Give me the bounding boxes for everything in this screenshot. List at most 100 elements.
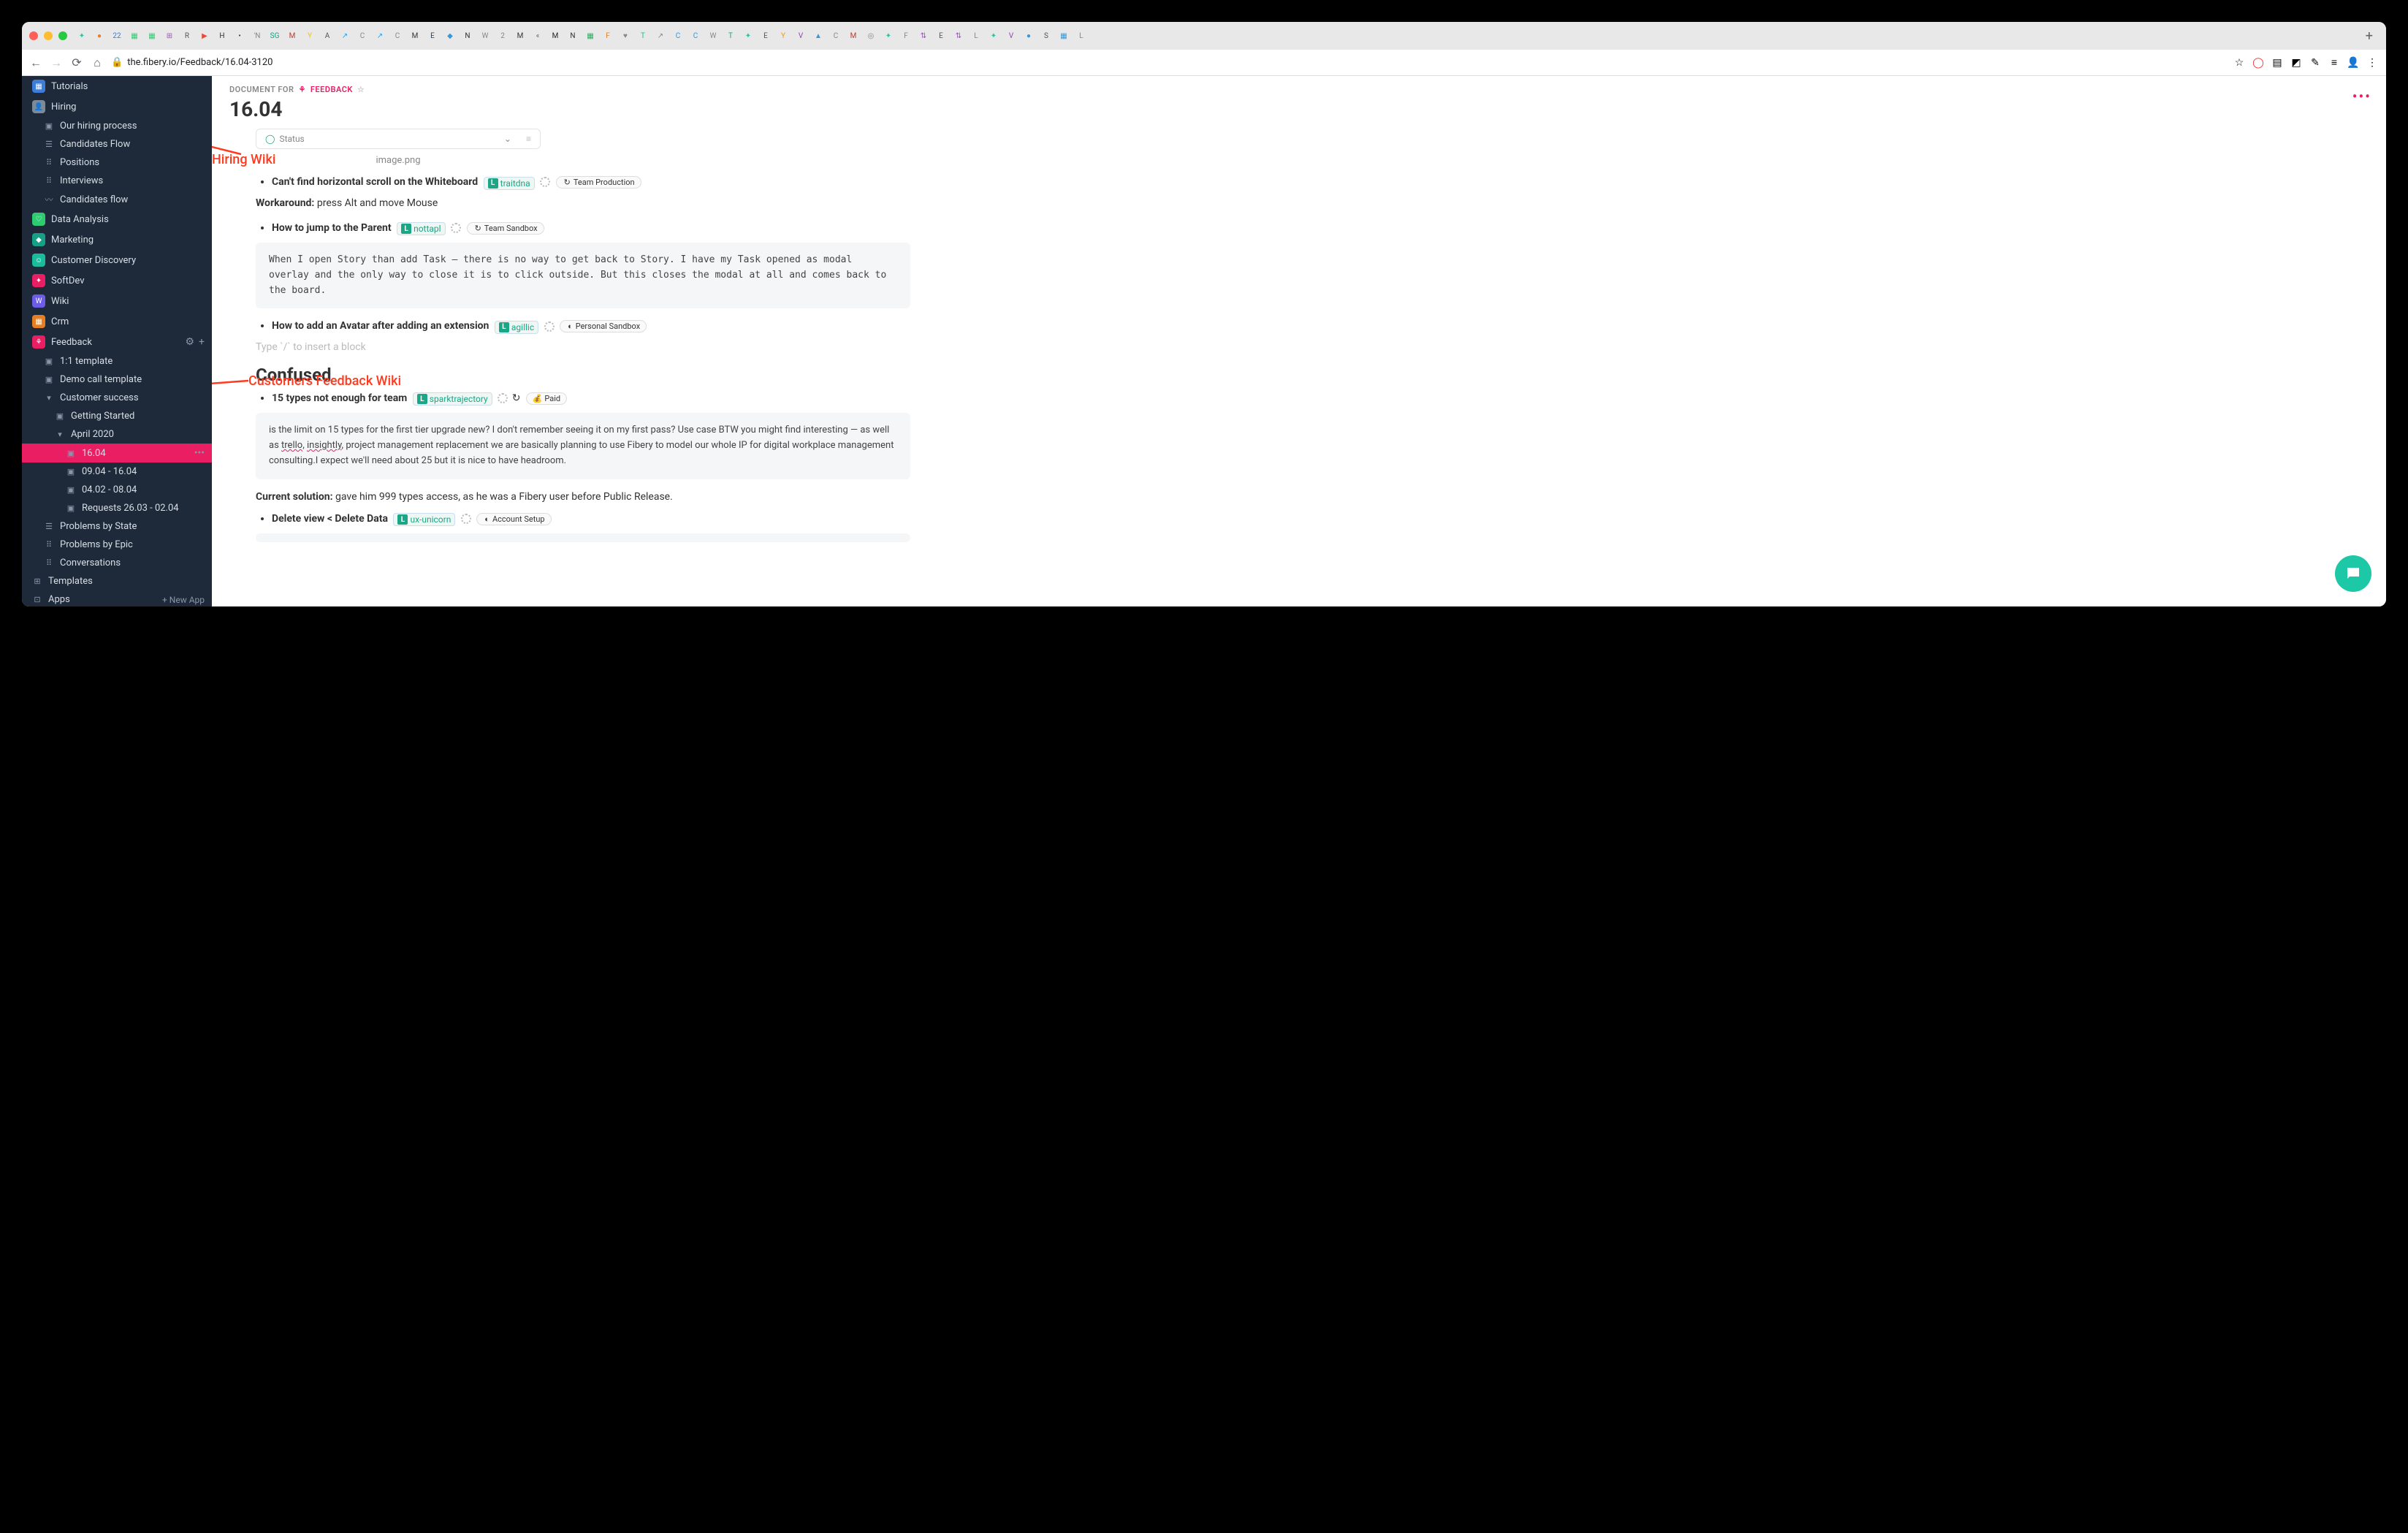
browser-tab[interactable]: W <box>478 28 492 43</box>
browser-tab[interactable]: ✦ <box>881 28 896 43</box>
browser-tab[interactable]: E <box>758 28 773 43</box>
browser-tab[interactable]: L <box>969 28 983 43</box>
browser-tab[interactable]: ● <box>92 28 107 43</box>
new-tab-button[interactable]: + <box>2360 28 2379 44</box>
ext-icon-3[interactable]: ◩ <box>2290 56 2303 69</box>
browser-tab[interactable]: T <box>636 28 650 43</box>
sidebar-item[interactable]: ⊡Apps+ New App <box>22 590 212 606</box>
browser-tab[interactable]: S <box>1039 28 1054 43</box>
sidebar-item[interactable]: ⠿Interviews <box>22 172 212 190</box>
browser-tab[interactable]: ⊞ <box>162 28 177 43</box>
browser-tab[interactable]: ✦ <box>741 28 755 43</box>
entity-tag[interactable]: Lsparktrajectory <box>413 392 492 406</box>
browser-tab[interactable]: C <box>355 28 370 43</box>
sidebar-item[interactable]: ☺Customer Discovery <box>22 250 212 270</box>
browser-tab[interactable]: Y <box>302 28 317 43</box>
browser-tab[interactable]: H <box>215 28 229 43</box>
sidebar-item[interactable]: ⠿Positions <box>22 153 212 172</box>
status-field[interactable]: ◯ Status ⌄ ≡ <box>256 129 541 149</box>
sidebar-item[interactable]: 👤Hiring <box>22 96 212 117</box>
browser-tab[interactable]: M <box>548 28 563 43</box>
entity-tag[interactable]: Ltraitdna <box>484 177 535 190</box>
chat-fab[interactable] <box>2335 555 2371 592</box>
browser-tab[interactable]: « <box>530 28 545 43</box>
browser-tab[interactable]: ▦ <box>583 28 598 43</box>
browser-tab[interactable]: C <box>671 28 685 43</box>
settings-icon[interactable]: ⚙ <box>185 336 194 348</box>
browser-tab[interactable]: SG <box>267 28 282 43</box>
sidebar-item[interactable]: ▣Requests 26.03 - 02.04 <box>22 499 212 517</box>
browser-tab[interactable]: M <box>285 28 300 43</box>
sidebar-item[interactable]: WWiki <box>22 291 212 311</box>
browser-tab[interactable]: E <box>934 28 948 43</box>
entity-tag[interactable]: Lagillic <box>495 321 538 334</box>
browser-tab[interactable]: E <box>425 28 440 43</box>
browser-tab[interactable]: T <box>723 28 738 43</box>
browser-tab[interactable]: 2 <box>495 28 510 43</box>
browser-tab[interactable]: ▦ <box>1056 28 1071 43</box>
browser-tab[interactable]: ● <box>1021 28 1036 43</box>
browser-tab[interactable]: L <box>1074 28 1089 43</box>
browser-tab[interactable]: M <box>846 28 861 43</box>
sidebar-item[interactable]: ⊞Templates <box>22 572 212 590</box>
plus-icon[interactable]: + <box>199 336 205 348</box>
browser-tab[interactable]: F <box>601 28 615 43</box>
browser-tab[interactable]: R <box>180 28 194 43</box>
browser-tab[interactable]: ♥ <box>618 28 633 43</box>
browser-tab[interactable]: N <box>565 28 580 43</box>
sidebar-item[interactable]: ▣04.02 - 08.04 <box>22 481 212 499</box>
browser-tab[interactable]: W <box>706 28 720 43</box>
back-button[interactable]: ← <box>29 56 42 69</box>
sidebar-item[interactable]: ▣Our hiring process <box>22 117 212 135</box>
browser-tab[interactable]: M <box>513 28 527 43</box>
browser-tab[interactable]: V <box>1004 28 1018 43</box>
ext-icon-5[interactable]: ≡ <box>2328 56 2341 69</box>
filter-icon[interactable]: ≡ <box>526 134 531 144</box>
ext-icon-1[interactable]: ◯ <box>2252 56 2265 69</box>
ext-icon-2[interactable]: ▤ <box>2271 56 2284 69</box>
chip[interactable]: ◐Personal Sandbox <box>560 320 647 332</box>
chip[interactable]: ◐Account Setup <box>476 513 551 525</box>
browser-tab[interactable]: ▦ <box>145 28 159 43</box>
chip[interactable]: ↻Team Sandbox <box>467 222 544 235</box>
browser-tab[interactable]: ↗ <box>653 28 668 43</box>
entity-tag[interactable]: Lnottapl <box>397 222 446 235</box>
browser-tab[interactable]: N <box>460 28 475 43</box>
browser-tab[interactable]: C <box>828 28 843 43</box>
sidebar-item[interactable]: ✦SoftDev <box>22 270 212 291</box>
browser-tab[interactable]: C <box>390 28 405 43</box>
browser-tab[interactable]: ✦ <box>986 28 1001 43</box>
sidebar-item[interactable]: ▾April 2020 <box>22 425 212 444</box>
browser-tab[interactable]: M <box>408 28 422 43</box>
browser-tab[interactable]: V <box>793 28 808 43</box>
browser-tab[interactable]: ▶ <box>197 28 212 43</box>
browser-tab[interactable]: A <box>320 28 335 43</box>
minimize-window[interactable] <box>44 31 53 40</box>
sidebar-item[interactable]: ▣1:1 template <box>22 352 212 370</box>
browser-tab[interactable]: ↗ <box>373 28 387 43</box>
browser-tab[interactable]: ▲ <box>811 28 826 43</box>
sidebar-item[interactable]: ⚘Feedback⚙+ <box>22 332 212 352</box>
entity-tag[interactable]: Lux-unicorn <box>393 513 455 526</box>
browser-tab[interactable]: ◆ <box>443 28 457 43</box>
sidebar-item[interactable]: ⠿Conversations <box>22 554 212 572</box>
sidebar-item[interactable]: ♡Data Analysis <box>22 209 212 229</box>
forward-button[interactable]: → <box>50 56 63 69</box>
browser-tab[interactable]: ▦ <box>127 28 142 43</box>
browser-tab[interactable]: • <box>232 28 247 43</box>
sidebar-item[interactable]: ▦Crm <box>22 311 212 332</box>
browser-tab[interactable]: F <box>899 28 913 43</box>
sidebar-item[interactable]: ⠿Problems by Epic <box>22 536 212 554</box>
sidebar-item[interactable]: ▣Demo call template <box>22 370 212 389</box>
sidebar-item[interactable]: 〰Candidates flow <box>22 190 212 209</box>
close-window[interactable] <box>29 31 38 40</box>
sidebar-item[interactable]: ▣16.04••• <box>22 444 212 463</box>
browser-tab[interactable]: ⇅ <box>951 28 966 43</box>
browser-tab[interactable]: C <box>688 28 703 43</box>
menu-icon[interactable]: ⋮ <box>2366 56 2379 69</box>
sidebar-item[interactable]: ▣09.04 - 16.04 <box>22 463 212 481</box>
browser-tab[interactable]: ↗ <box>338 28 352 43</box>
breadcrumb-link[interactable]: FEEDBACK <box>310 85 353 94</box>
chip[interactable]: ↻Team Production <box>556 176 641 189</box>
maximize-window[interactable] <box>58 31 67 40</box>
